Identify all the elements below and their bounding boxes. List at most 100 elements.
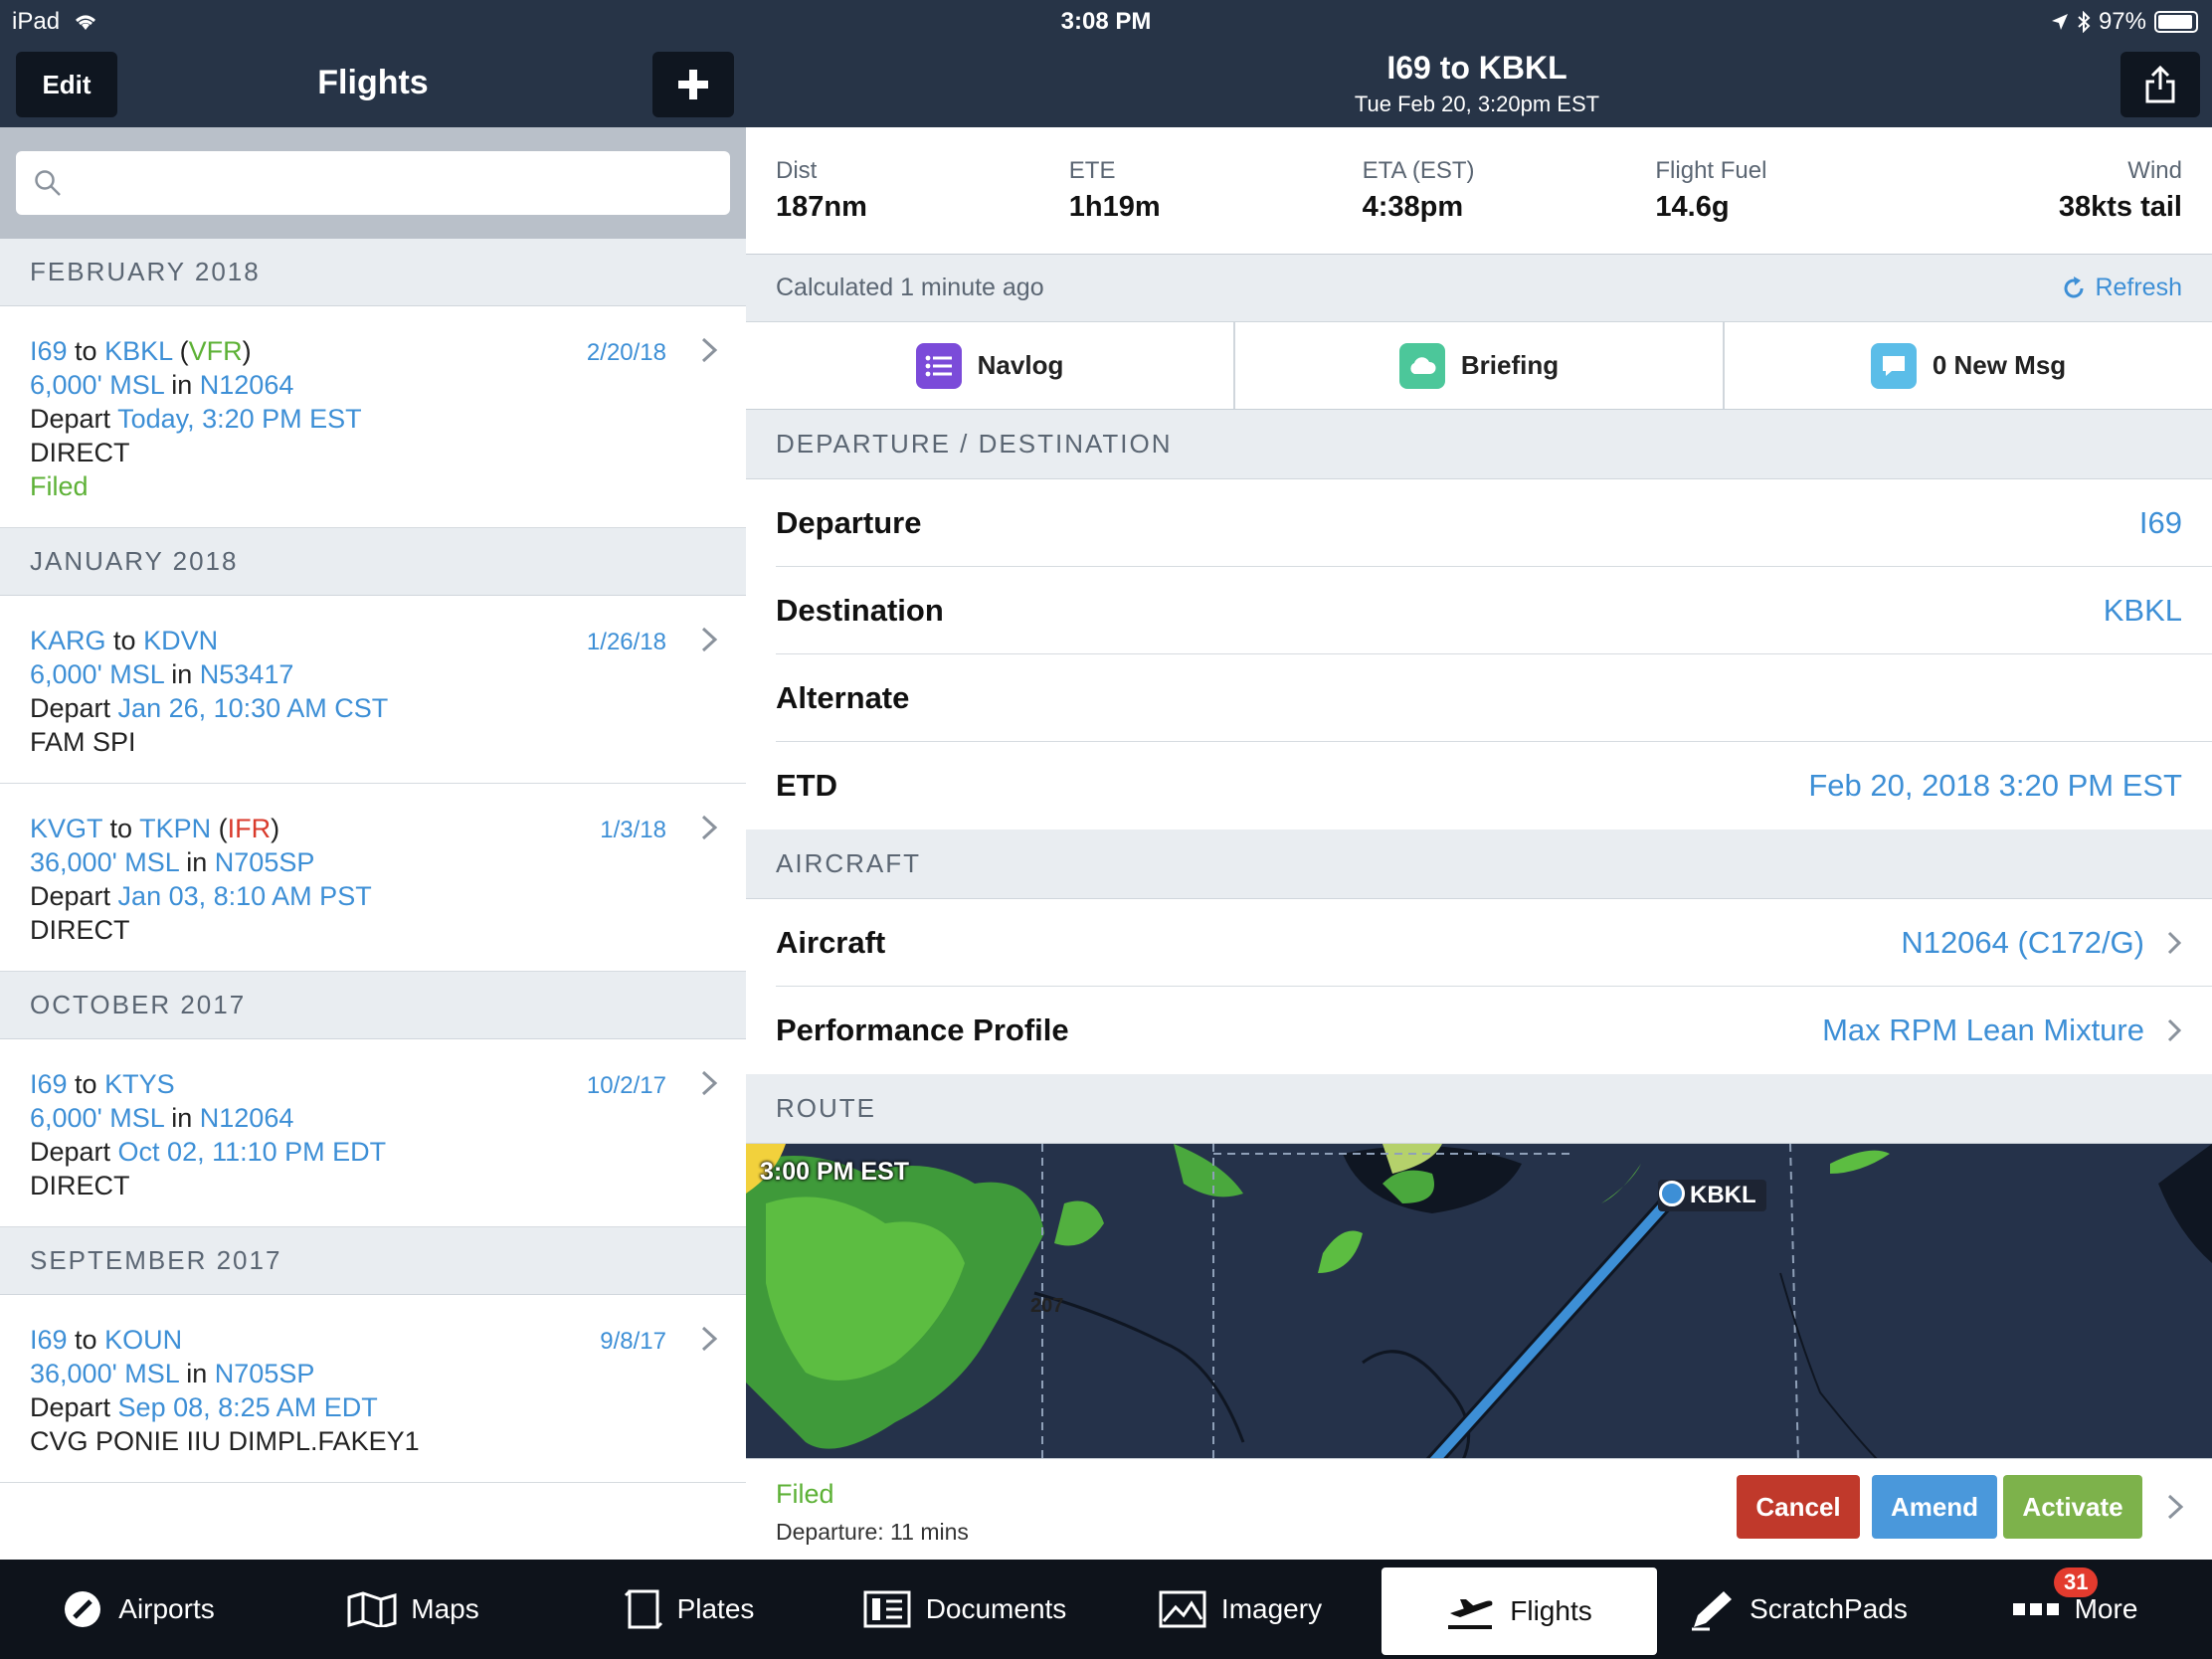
flight-status: Filed	[30, 471, 89, 501]
route-map[interactable]: 3:00 PM EST 207 KBKL	[746, 1144, 2212, 1462]
stat-ete: ETE 1h19m	[1039, 127, 1333, 254]
airports-icon	[65, 1591, 101, 1627]
flight-aircraft: N705SP	[214, 1359, 315, 1388]
map-time-label: 3:00 PM EST	[760, 1158, 910, 1186]
etd-value: Feb 20, 2018 3:20 PM EST	[1808, 768, 2182, 803]
tab-label: Flights	[1510, 1595, 1592, 1626]
flight-date: 1/3/18	[600, 817, 666, 843]
activate-button[interactable]: Activate	[2003, 1475, 2142, 1539]
tab-documents[interactable]: Documents	[827, 1560, 1102, 1659]
chevron-right-icon	[701, 627, 718, 652]
month-header: SEPTEMBER 2017	[0, 1227, 746, 1295]
amend-button[interactable]: Amend	[1872, 1475, 1997, 1539]
flight-rules: VFR	[188, 336, 243, 366]
flight-altitude: 36,000' MSL	[30, 1359, 179, 1388]
refresh-button[interactable]: Refresh	[2061, 274, 2182, 302]
departure-countdown: Departure: 11 mins	[776, 1519, 969, 1545]
messages-tile[interactable]: 0 New Msg	[1725, 322, 2212, 409]
tab-imagery[interactable]: Imagery	[1102, 1560, 1378, 1659]
flight-to: TKPN	[139, 814, 212, 843]
tab-airports[interactable]: Airports	[0, 1560, 276, 1659]
flight-rules: IFR	[227, 814, 272, 843]
flight-date: 1/26/18	[586, 629, 666, 655]
alternate-row[interactable]: Alternate	[776, 654, 2212, 742]
cancel-button[interactable]: Cancel	[1737, 1475, 1860, 1539]
flight-depart-line: Depart Oct 02, 11:10 PM EDT	[30, 1137, 387, 1167]
tab-label: More	[2074, 1593, 2138, 1624]
tab-flights[interactable]: Flights	[1382, 1567, 1657, 1655]
flight-aircraft: N12064	[199, 1103, 294, 1133]
stat-wind: Wind 38kts tail	[1919, 127, 2212, 254]
performance-profile-row[interactable]: Performance Profile Max RPM Lean Mixture	[776, 987, 2212, 1074]
aircraft-row[interactable]: Aircraft N12064 (C172/G)	[776, 899, 2212, 987]
briefing-tile[interactable]: Briefing	[1235, 322, 1725, 409]
flight-title: I69 to KBKL	[1386, 50, 1567, 86]
destination-label: Destination	[776, 592, 944, 628]
flight-depart-line: Depart Jan 03, 8:10 AM PST	[30, 881, 372, 911]
departure-row[interactable]: Departure I69	[776, 479, 2212, 567]
flight-date: 10/2/17	[586, 1072, 666, 1099]
search-input[interactable]	[76, 151, 672, 215]
tab-bar: Airports Maps Plates Documents Imagery F…	[0, 1560, 2212, 1659]
flight-altitude: 6,000' MSL	[30, 1103, 164, 1133]
status-bar: iPad 3:08 PM 97%	[0, 0, 2212, 40]
stat-label: Flight Fuel	[1655, 157, 1767, 184]
flight-list-item[interactable]: KARG to KDVN 6,000' MSL in N53417 Depart…	[0, 596, 746, 784]
flight-list-item[interactable]: KVGT to TKPN (IFR) 36,000' MSL in N705SP…	[0, 784, 746, 972]
add-flight-button[interactable]	[652, 52, 734, 117]
notification-badge: 31	[2054, 1567, 2099, 1597]
chevron-right-icon	[701, 337, 718, 363]
stat-eta: ETA (EST) 4:38pm	[1333, 127, 1626, 254]
aircraft-value-group: N12064 (C172/G)	[1901, 925, 2182, 961]
tile-label: 0 New Msg	[1932, 350, 2067, 380]
action-tiles: Navlog Briefing 0 New Msg	[746, 322, 2212, 410]
tab-plates[interactable]: Plates	[551, 1560, 827, 1659]
navlog-tile[interactable]: Navlog	[746, 322, 1235, 409]
chevron-right-icon	[2167, 931, 2182, 954]
search-box[interactable]	[16, 151, 730, 215]
flight-aircraft: N12064	[199, 370, 294, 400]
chevron-right-icon	[701, 1326, 718, 1352]
flight-list-item[interactable]: I69 to KBKL (VFR) 6,000' MSL in N12064 D…	[0, 306, 746, 528]
flight-stats: Dist 187nm ETE 1h19m ETA (EST) 4:38pm Fl…	[746, 127, 2212, 255]
status-time: 3:08 PM	[1060, 8, 1152, 35]
tile-label: Briefing	[1460, 350, 1560, 380]
etd-label: ETD	[776, 768, 837, 803]
departure-value: I69	[2138, 504, 2182, 540]
edit-button[interactable]: Edit	[16, 52, 117, 117]
section-header-route: ROUTE	[746, 1074, 2212, 1144]
imagery-icon	[1159, 1590, 1206, 1628]
chevron-right-icon	[701, 1070, 718, 1096]
tile-label: Navlog	[977, 350, 1064, 380]
top-bar: iPad 3:08 PM 97% Edit Flights I69 to KBK…	[0, 0, 2212, 127]
share-button[interactable]	[2120, 52, 2200, 117]
destination-row[interactable]: Destination KBKL	[776, 567, 2212, 654]
tab-maps[interactable]: Maps	[276, 1560, 551, 1659]
stat-label: ETA (EST)	[1362, 157, 1475, 184]
flight-aircraft: N53417	[199, 659, 294, 689]
tab-label: Imagery	[1220, 1593, 1323, 1624]
flight-route: FAM SPI	[30, 727, 136, 757]
flight-subtitle: Tue Feb 20, 3:20pm EST	[1354, 92, 1600, 116]
flight-altitude: 6,000' MSL	[30, 370, 164, 400]
etd-row[interactable]: ETD Feb 20, 2018 3:20 PM EST	[776, 742, 2212, 830]
flight-list-item[interactable]: I69 to KTYS 6,000' MSL in N12064 Depart …	[0, 1039, 746, 1227]
stat-value: 4:38pm	[1362, 191, 1464, 223]
flight-depart: Today, 3:20 PM EST	[117, 404, 362, 434]
flight-aircraft: N705SP	[214, 847, 315, 877]
flight-to: KDVN	[143, 626, 219, 655]
chevron-right-icon[interactable]	[2166, 1493, 2184, 1521]
stat-value: 187nm	[776, 191, 867, 223]
more-icon	[2012, 1603, 2059, 1615]
flight-from: KVGT	[30, 814, 103, 843]
battery-icon	[2154, 11, 2198, 33]
aircraft-label: Aircraft	[776, 924, 886, 960]
tab-scratchpads[interactable]: ScratchPads	[1661, 1560, 1936, 1659]
flight-depart: Jan 03, 8:10 AM PST	[117, 881, 372, 911]
flight-depart-line: Depart Sep 08, 8:25 AM EDT	[30, 1392, 378, 1422]
profile-value: Max RPM Lean Mixture	[1822, 1013, 2144, 1047]
flight-list-item[interactable]: I69 to KOUN 36,000' MSL in N705SP Depart…	[0, 1295, 746, 1483]
flights-list-pane: FEBRUARY 2018 I69 to KBKL (VFR) 6,000' M…	[0, 127, 746, 1560]
weather-radar-overlay	[746, 1144, 2212, 1462]
tab-more[interactable]: More 31	[1936, 1560, 2212, 1659]
